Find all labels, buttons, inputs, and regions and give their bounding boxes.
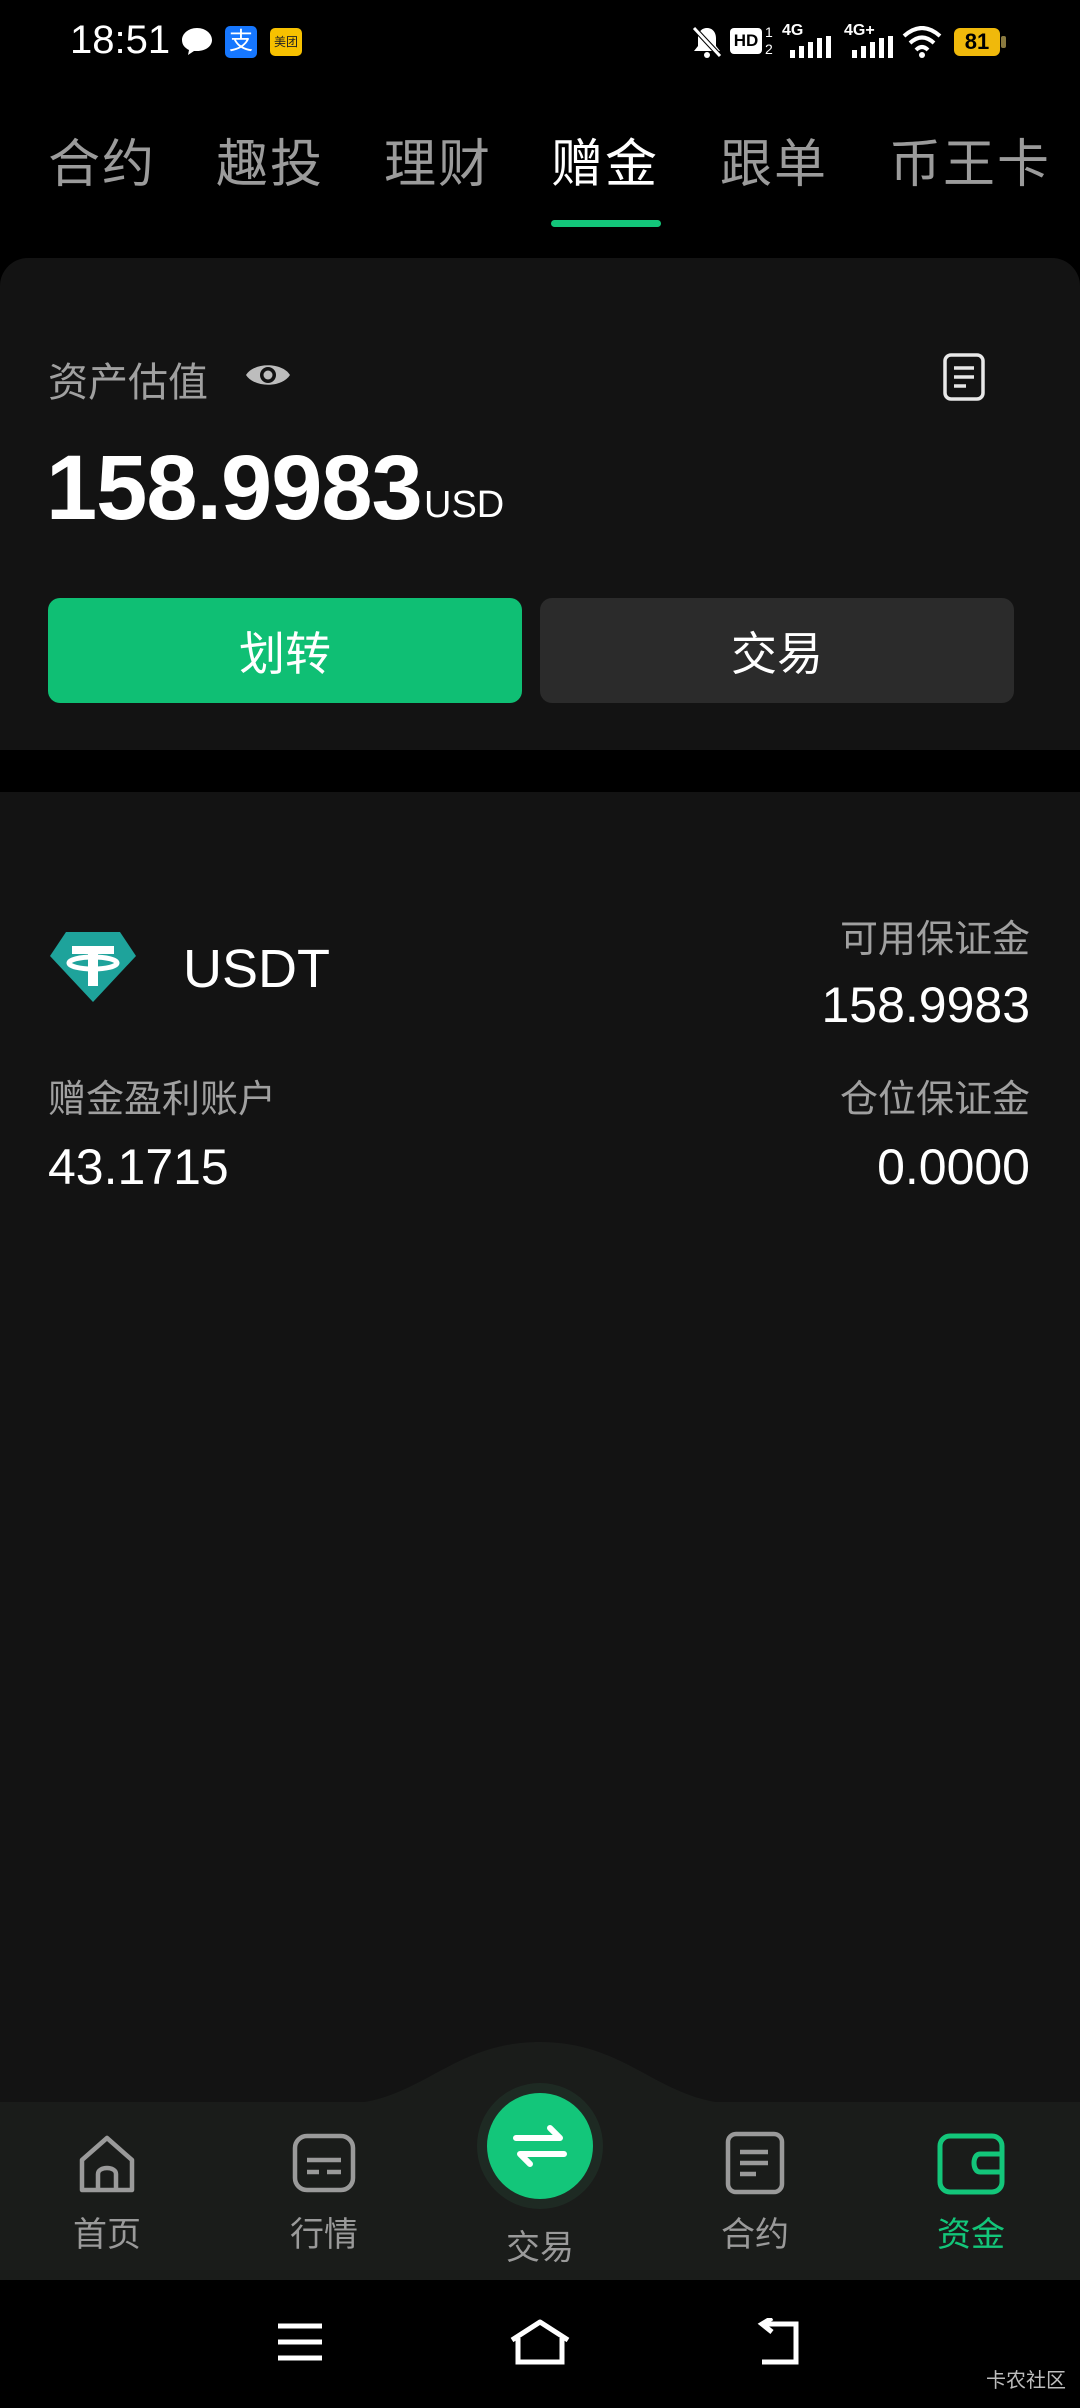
nav-trade-label[interactable]: 交易 — [480, 2220, 600, 2269]
nav-funds[interactable]: 资金 — [901, 2130, 1041, 2256]
swap-icon — [513, 2125, 567, 2167]
nav-contract[interactable]: 合约 — [685, 2130, 825, 2256]
nav-home-label: 首页 — [73, 2216, 141, 2254]
available-margin-label: 可用保证金 — [839, 919, 1030, 961]
coin-name: USDT — [183, 939, 330, 999]
nav-home[interactable]: 首页 — [37, 2130, 177, 2256]
back-icon[interactable] — [754, 2318, 804, 2366]
transfer-button-label: 划转 — [239, 627, 331, 680]
transfer-button[interactable]: 划转 — [48, 598, 522, 703]
nav-funds-label: 资金 — [937, 2216, 1005, 2254]
menu-icon[interactable] — [276, 2322, 324, 2362]
home-system-icon[interactable] — [508, 2318, 572, 2366]
mute-icon — [692, 26, 722, 58]
watermark: 卡农社区 — [986, 2370, 1066, 2392]
alipay-icon: 支 — [225, 26, 257, 58]
asset-valuation-label: 资产估值 — [48, 361, 208, 405]
market-icon — [292, 2133, 356, 2193]
nav-trade[interactable] — [487, 2093, 593, 2199]
contract-icon — [725, 2131, 785, 2195]
asset-value: 158.9983 — [46, 437, 423, 539]
trade-button-label: 交易 — [731, 627, 823, 680]
battery-indicator: 81 — [954, 28, 1000, 56]
tab-copy-trading[interactable]: 跟单 — [720, 122, 828, 197]
signal-4g-icon: 4G — [780, 22, 832, 62]
status-time: 18:51 — [70, 18, 171, 62]
battery-tip — [1001, 36, 1006, 48]
nav-contract-label: 合约 — [721, 2216, 789, 2254]
nav-market-label: 行情 — [290, 2216, 358, 2254]
wifi-icon — [902, 26, 942, 58]
tab-bonus[interactable]: 赠金 — [551, 122, 659, 197]
hd-icon: HD — [730, 28, 762, 54]
position-margin-value: 0.0000 — [877, 1139, 1030, 1195]
tab-contract[interactable]: 合约 — [48, 122, 156, 197]
bonus-profit-account-value: 43.1715 — [48, 1139, 229, 1195]
message-icon — [182, 28, 212, 55]
bonus-profit-account-label: 赠金盈利账户 — [48, 1079, 277, 1121]
nav-market[interactable]: 行情 — [254, 2130, 394, 2256]
active-tab-indicator — [551, 220, 661, 227]
trade-button[interactable]: 交易 — [540, 598, 1014, 703]
usdt-logo-icon — [50, 932, 136, 1002]
tab-coin-king-card[interactable]: 币王卡 — [889, 122, 1051, 197]
position-margin-label: 仓位保证金 — [839, 1079, 1030, 1121]
records-icon[interactable] — [942, 352, 986, 402]
tab-fun-invest[interactable]: 趣投 — [216, 122, 324, 197]
signal-4g-plus-icon: 4G+ — [842, 22, 894, 62]
tab-wealth[interactable]: 理财 — [384, 122, 492, 197]
home-icon — [79, 2135, 135, 2193]
available-margin-value: 158.9983 — [821, 977, 1030, 1033]
asset-unit: USD — [424, 484, 505, 526]
eye-icon[interactable] — [244, 358, 292, 392]
status-bar: 18:51 支 美团 HD 12 4G 4G+ 81 — [0, 0, 1080, 84]
wallet-icon — [937, 2133, 1005, 2195]
meituan-icon: 美团 — [270, 28, 302, 56]
